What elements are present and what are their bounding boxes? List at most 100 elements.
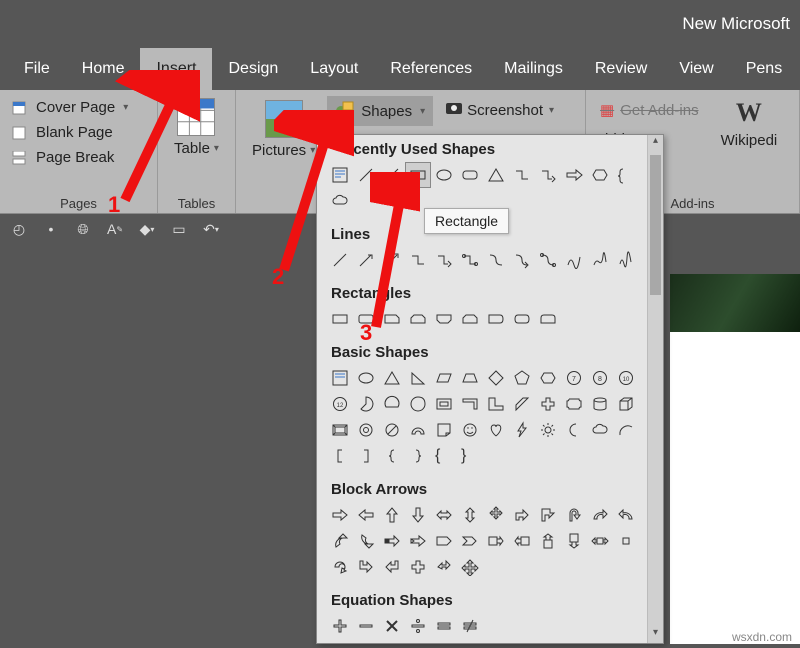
qat-save-icon[interactable]: ◴ bbox=[10, 220, 28, 238]
shape-dodecagon[interactable]: 12 bbox=[327, 391, 353, 417]
shape-curve-double[interactable] bbox=[535, 247, 561, 273]
scrollbar[interactable]: ▴ ▾ bbox=[647, 135, 663, 643]
tab-insert[interactable]: Insert bbox=[140, 48, 212, 90]
page-break-button[interactable]: Page Break bbox=[8, 146, 149, 169]
qat-font-icon[interactable]: A✎ bbox=[106, 220, 124, 238]
shape-decagon[interactable]: 10 bbox=[613, 365, 639, 391]
shape-arr-callout-d[interactable] bbox=[561, 528, 587, 554]
shape-arr-callout-lr[interactable] bbox=[587, 528, 613, 554]
shape-arr-uturn[interactable] bbox=[561, 502, 587, 528]
shape-chord[interactable] bbox=[379, 391, 405, 417]
shape-rect9[interactable] bbox=[535, 306, 561, 332]
shape-diamond[interactable] bbox=[483, 365, 509, 391]
shape-cloud[interactable] bbox=[327, 188, 353, 214]
shape-eq-minus[interactable] bbox=[353, 613, 379, 639]
shape-elbow-arrow[interactable] bbox=[535, 162, 561, 188]
shape-elbow-arrow-conn[interactable] bbox=[431, 247, 457, 273]
shape-cube[interactable] bbox=[613, 391, 639, 417]
shape-arr-callout-l[interactable] bbox=[509, 528, 535, 554]
shape-curve-conn[interactable] bbox=[483, 247, 509, 273]
shape-eq-notequal[interactable] bbox=[457, 613, 483, 639]
shape-elbow-double[interactable] bbox=[457, 247, 483, 273]
shape-arr-curve-r[interactable] bbox=[587, 502, 613, 528]
shape-eq-divide[interactable] bbox=[405, 613, 431, 639]
shape-line-arrow[interactable] bbox=[353, 247, 379, 273]
shape-line-plain[interactable] bbox=[327, 247, 353, 273]
shapes-button[interactable]: Shapes ▾ bbox=[327, 96, 433, 126]
table-button[interactable]: Table ▾ bbox=[166, 94, 227, 161]
shape-arr-lr[interactable] bbox=[431, 502, 457, 528]
shape-blockarc[interactable] bbox=[405, 417, 431, 443]
shape-arr-notched[interactable] bbox=[405, 528, 431, 554]
scroll-up-icon[interactable]: ▴ bbox=[648, 135, 663, 151]
shape-rect1[interactable] bbox=[327, 306, 353, 332]
shape-freeform[interactable] bbox=[587, 247, 613, 273]
shape-eq-multiply[interactable] bbox=[379, 613, 405, 639]
shape-bracket-r[interactable] bbox=[353, 443, 379, 469]
shape-rect7[interactable] bbox=[483, 306, 509, 332]
shape-smiley[interactable] bbox=[457, 417, 483, 443]
shape-trapezoid[interactable] bbox=[457, 365, 483, 391]
shape-scribble[interactable] bbox=[561, 247, 587, 273]
shape-heart[interactable] bbox=[483, 417, 509, 443]
shape-nosymbol[interactable] bbox=[379, 417, 405, 443]
shape-parallelogram[interactable] bbox=[431, 365, 457, 391]
shape-bracket-l[interactable] bbox=[327, 443, 353, 469]
shape-pentagon[interactable] bbox=[509, 365, 535, 391]
shape-line-double[interactable] bbox=[379, 247, 405, 273]
shape-arr-plus[interactable] bbox=[405, 554, 431, 580]
shape-textbox[interactable] bbox=[327, 162, 353, 188]
shape-eq-equal[interactable] bbox=[431, 613, 457, 639]
shape-arc[interactable] bbox=[613, 417, 639, 443]
tab-pens[interactable]: Pens bbox=[730, 48, 798, 90]
shape-plaque[interactable] bbox=[561, 391, 587, 417]
shape-arr-bent2[interactable] bbox=[535, 502, 561, 528]
shape-arr-left[interactable] bbox=[353, 502, 379, 528]
shape-oval[interactable] bbox=[431, 162, 457, 188]
shape-arr-extra1[interactable] bbox=[431, 554, 457, 580]
shape-brace-l[interactable] bbox=[379, 443, 405, 469]
tab-design[interactable]: Design bbox=[212, 48, 294, 90]
shape-donut[interactable] bbox=[353, 417, 379, 443]
shape-sun[interactable] bbox=[535, 417, 561, 443]
shape-arr-curve-u[interactable] bbox=[327, 528, 353, 554]
shape-rect8[interactable] bbox=[509, 306, 535, 332]
qat-web-icon[interactable]: 🌐︎ bbox=[74, 220, 92, 238]
tab-layout[interactable]: Layout bbox=[294, 48, 374, 90]
qat-screen-icon[interactable]: ▭ bbox=[170, 220, 188, 238]
shape-folded[interactable] bbox=[431, 417, 457, 443]
qat-bullet-icon[interactable]: • bbox=[42, 220, 60, 238]
shape-eq-plus[interactable] bbox=[327, 613, 353, 639]
shape-heptagon[interactable]: 7 bbox=[561, 365, 587, 391]
shape-rect4[interactable] bbox=[405, 306, 431, 332]
shape-line[interactable] bbox=[353, 162, 379, 188]
shape-brace-pair-l[interactable]: { bbox=[431, 443, 457, 469]
shape-line2[interactable] bbox=[379, 162, 405, 188]
tab-home[interactable]: Home bbox=[66, 48, 141, 90]
shape-elbow[interactable] bbox=[509, 162, 535, 188]
shape-lshape[interactable] bbox=[483, 391, 509, 417]
shape-plus[interactable] bbox=[535, 391, 561, 417]
shape-arr-callout-quad[interactable] bbox=[613, 528, 639, 554]
tab-references[interactable]: References bbox=[374, 48, 488, 90]
scroll-down-icon[interactable]: ▾ bbox=[648, 627, 663, 643]
shape-moon[interactable] bbox=[561, 417, 587, 443]
qat-3d-icon[interactable]: ◆▾ bbox=[138, 220, 156, 238]
tab-review[interactable]: Review bbox=[579, 48, 663, 90]
get-addins-button[interactable]: ▦ Get Add-ins bbox=[594, 98, 705, 122]
shape-free-scribble[interactable] bbox=[613, 247, 639, 273]
shape-arr-right[interactable] bbox=[327, 502, 353, 528]
shape-frame[interactable] bbox=[431, 391, 457, 417]
shape-curve-arrow[interactable] bbox=[509, 247, 535, 273]
screenshot-button[interactable]: Screenshot ▾ bbox=[439, 96, 560, 124]
shape-arr-callout-u[interactable] bbox=[535, 528, 561, 554]
shape-arr-quad[interactable] bbox=[483, 502, 509, 528]
pictures-button[interactable]: Pictures ▾ bbox=[244, 96, 323, 163]
shape-arr-circular[interactable] bbox=[327, 554, 353, 580]
wikipedia-button[interactable]: W Wikipedi bbox=[717, 98, 782, 151]
shape-arr-curve-l[interactable] bbox=[613, 502, 639, 528]
shape-oval2[interactable] bbox=[353, 365, 379, 391]
shape-teardrop[interactable] bbox=[405, 391, 431, 417]
shape-cloud2[interactable] bbox=[587, 417, 613, 443]
shape-brace[interactable] bbox=[613, 162, 639, 188]
